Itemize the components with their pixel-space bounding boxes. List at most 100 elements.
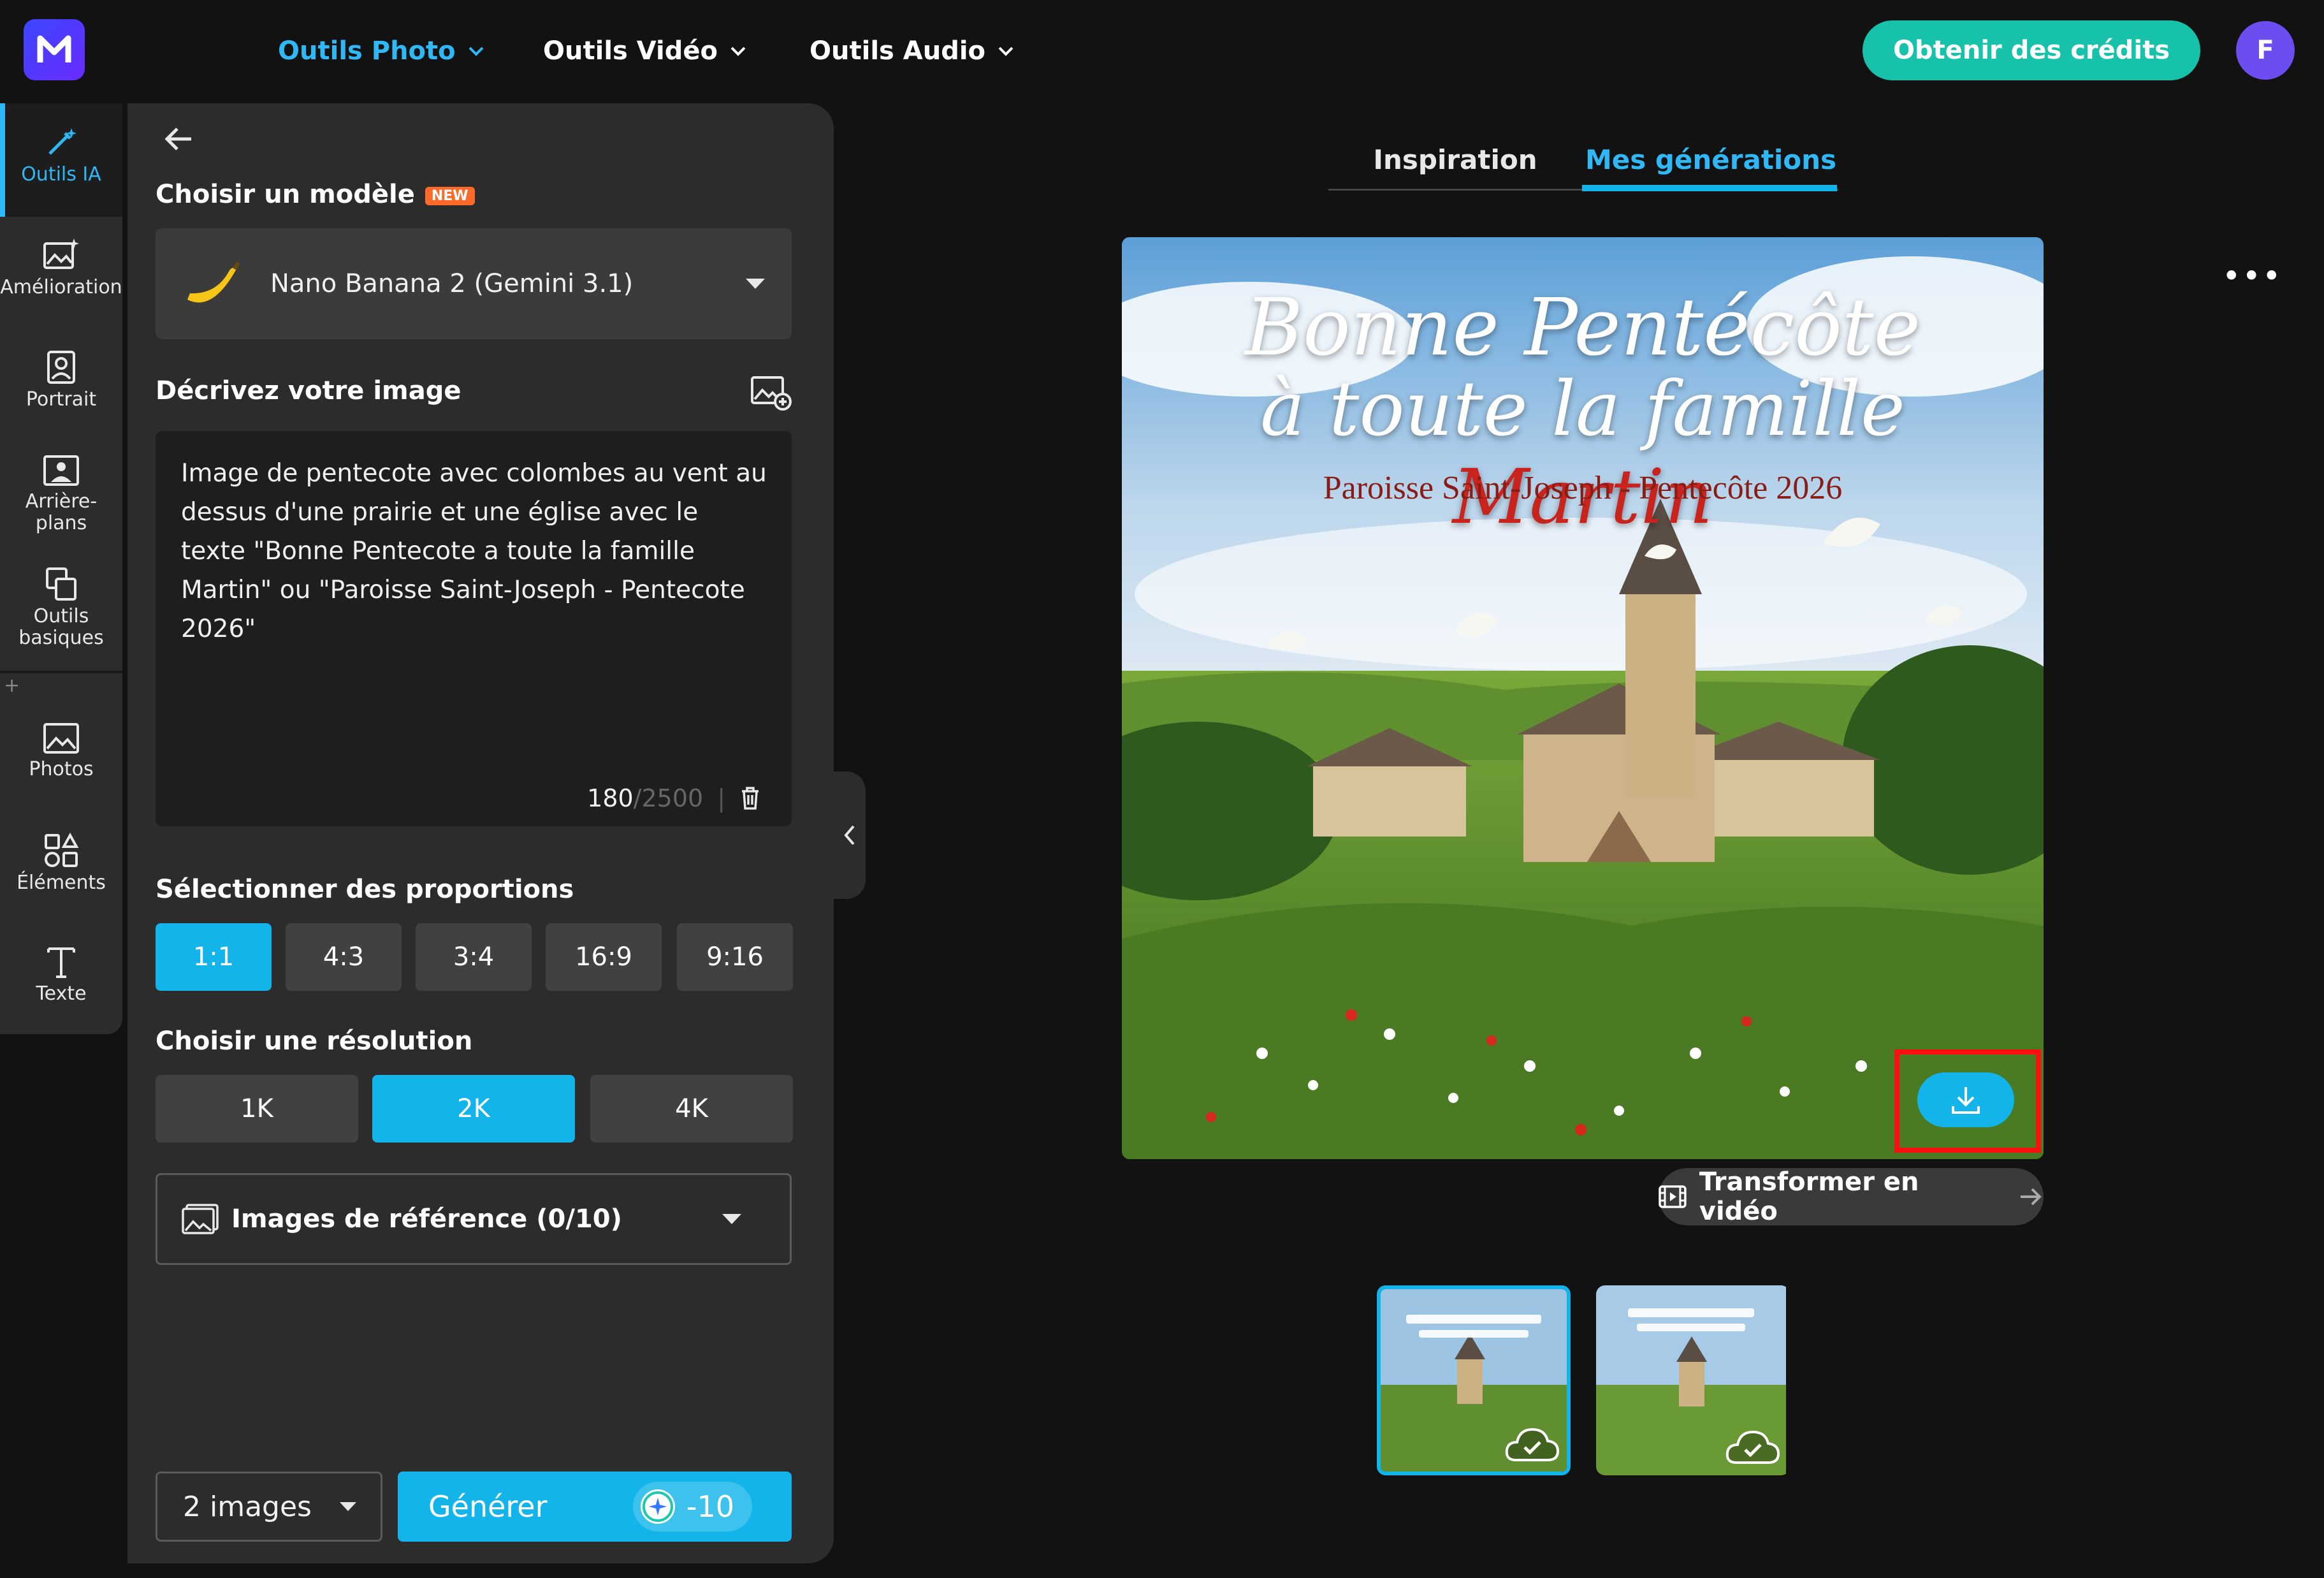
nav-outils-video[interactable]: Outils Vidéo: [543, 31, 747, 71]
chevron-down-icon: [998, 47, 1013, 56]
caret-down-icon: [722, 1214, 741, 1224]
portrait-icon: [47, 351, 75, 384]
ratio-button-16-9[interactable]: 16:9: [546, 923, 662, 991]
caret-down-icon: [746, 279, 765, 289]
arrow-left-icon: [164, 128, 191, 150]
back-button[interactable]: [162, 121, 198, 159]
image-title-line-2a: à toute la famille: [1260, 365, 1905, 453]
describe-label: Décrivez votre image: [156, 376, 461, 405]
cloud-check-icon: [1505, 1428, 1560, 1461]
photos-icon: [43, 723, 79, 754]
rail-item-outils-basiques[interactable]: Outils basiques: [0, 566, 122, 649]
transform-to-video-label: Transformer en vidéo: [1699, 1167, 1919, 1226]
image-count-select[interactable]: 2 images: [156, 1472, 382, 1542]
app-logo[interactable]: [24, 19, 85, 80]
ratio-button-4-3[interactable]: 4:3: [286, 923, 402, 991]
prompt-text: Image de pentecote avec colombes au vent…: [181, 459, 767, 643]
tab-mes-generations[interactable]: Mes générations: [1583, 128, 1838, 191]
rail-item-elements[interactable]: Éléments: [0, 833, 122, 894]
credit-icon: [640, 1489, 675, 1524]
resolution-button-4k[interactable]: 4K: [590, 1075, 793, 1143]
chevron-left-icon: [844, 825, 855, 845]
new-badge: NEW: [425, 186, 475, 205]
rail-item-label: Arrière-plans: [25, 490, 98, 534]
elements-icon: [45, 833, 79, 867]
image-enhance-icon: [43, 238, 79, 269]
magic-wand-icon: [48, 128, 76, 155]
rail-item-arriere-plans[interactable]: Arrière-plans: [0, 454, 122, 534]
chevron-down-icon: [468, 47, 484, 56]
transform-to-video-button[interactable]: Transformer en vidéo: [1659, 1167, 2044, 1226]
reference-images-label: Images de référence (0/10): [231, 1204, 622, 1234]
tab-active-underline: [1582, 185, 1837, 191]
collapse-panel-tab[interactable]: [834, 771, 866, 899]
rail-item-label: Photos: [29, 758, 94, 780]
background-icon: [43, 455, 79, 486]
generate-label: Générer: [428, 1489, 548, 1524]
credit-cost-badge: -10: [632, 1482, 752, 1531]
download-button[interactable]: [1917, 1072, 2014, 1127]
model-name: Nano Banana 2 (Gemini 3.1): [270, 269, 634, 298]
image-add-icon: [751, 376, 792, 411]
nav-outils-audio[interactable]: Outils Audio: [810, 31, 1015, 71]
char-count: 180: [587, 784, 634, 812]
model-select[interactable]: Nano Banana 2 (Gemini 3.1): [156, 228, 792, 339]
caret-down-icon: [340, 1502, 356, 1511]
resolution-label: Choisir une résolution: [156, 1026, 473, 1056]
char-counter: 180/2500 |: [587, 784, 761, 812]
resolution-button-2k[interactable]: 2K: [372, 1075, 575, 1143]
ratio-button-1-1[interactable]: 1:1: [156, 923, 272, 991]
banana-icon: [187, 261, 240, 303]
image-count-value: 2 images: [183, 1490, 312, 1523]
rail-item-amelioration[interactable]: Amélioration: [0, 237, 122, 298]
image-title-line-1: Bonne Pentécôte: [1245, 282, 1921, 374]
reference-images-dropdown[interactable]: Images de référence (0/10): [156, 1173, 792, 1265]
download-icon: [1952, 1087, 1980, 1114]
model-label-text: Choisir un modèle: [156, 180, 415, 209]
add-image-prompt-button[interactable]: [750, 372, 793, 414]
rail-item-portrait[interactable]: Portrait: [0, 349, 122, 411]
rail-item-label: Texte: [36, 983, 87, 1005]
cloud-check-icon: [1725, 1430, 1780, 1464]
prompt-textarea[interactable]: Image de pentecote avec colombes au vent…: [156, 431, 792, 826]
tab-inspiration[interactable]: Inspiration: [1339, 128, 1572, 191]
nav-outils-audio-label: Outils Audio: [810, 36, 986, 66]
rail-item-photos[interactable]: Photos: [0, 722, 122, 780]
arrow-right-icon: [2021, 1188, 2042, 1206]
plus-icon[interactable]: +: [4, 675, 20, 697]
rail-separator: [0, 671, 122, 673]
nav-outils-photo[interactable]: Outils Photo: [278, 31, 485, 71]
chevron-down-icon: [730, 47, 746, 56]
images-icon: [182, 1204, 219, 1234]
rail-item-outils-ia[interactable]: Outils IA: [0, 124, 122, 186]
rail-item-label: Amélioration: [0, 276, 122, 298]
model-label: Choisir un modèle NEW: [156, 180, 475, 209]
trash-icon[interactable]: [739, 786, 761, 810]
rail-item-label: Éléments: [17, 872, 106, 894]
rail-item-label: Outils IA: [21, 163, 101, 186]
ratio-label: Sélectionner des proportions: [156, 875, 574, 904]
nav-outils-video-label: Outils Vidéo: [543, 36, 718, 66]
generated-image-preview[interactable]: Bonne Pentécôte à toute la famille Marti…: [1122, 237, 2044, 1159]
thumbnail-1[interactable]: [1377, 1285, 1571, 1475]
generate-button[interactable]: Générer -10: [398, 1472, 792, 1542]
image-subtitle: Paroisse Saint-Joseph - Pentecôte 2026: [1323, 470, 1843, 506]
get-credits-button[interactable]: Obtenir des crédits: [1863, 20, 2200, 80]
ratio-button-3-4[interactable]: 3:4: [416, 923, 532, 991]
text-icon: [47, 947, 75, 978]
credit-cost: -10: [686, 1489, 734, 1524]
nav-outils-photo-label: Outils Photo: [278, 36, 456, 66]
rail-item-label: Portrait: [25, 388, 97, 411]
user-avatar[interactable]: F: [2236, 21, 2295, 80]
image-title-line-2: à toute la famille Martin: [1122, 365, 2044, 541]
resolution-button-1k[interactable]: 1K: [156, 1075, 358, 1143]
char-max: /2500: [633, 784, 704, 812]
logo-icon: [37, 35, 71, 62]
thumbnail-2[interactable]: [1596, 1285, 1790, 1475]
ratio-button-9-16[interactable]: 9:16: [677, 923, 793, 991]
video-icon: [1659, 1185, 1687, 1208]
basic-tools-icon: [46, 567, 76, 601]
counter-divider: |: [717, 784, 725, 812]
rail-item-texte[interactable]: Texte: [0, 944, 122, 1005]
more-options-icon[interactable]: •••: [2222, 258, 2282, 295]
